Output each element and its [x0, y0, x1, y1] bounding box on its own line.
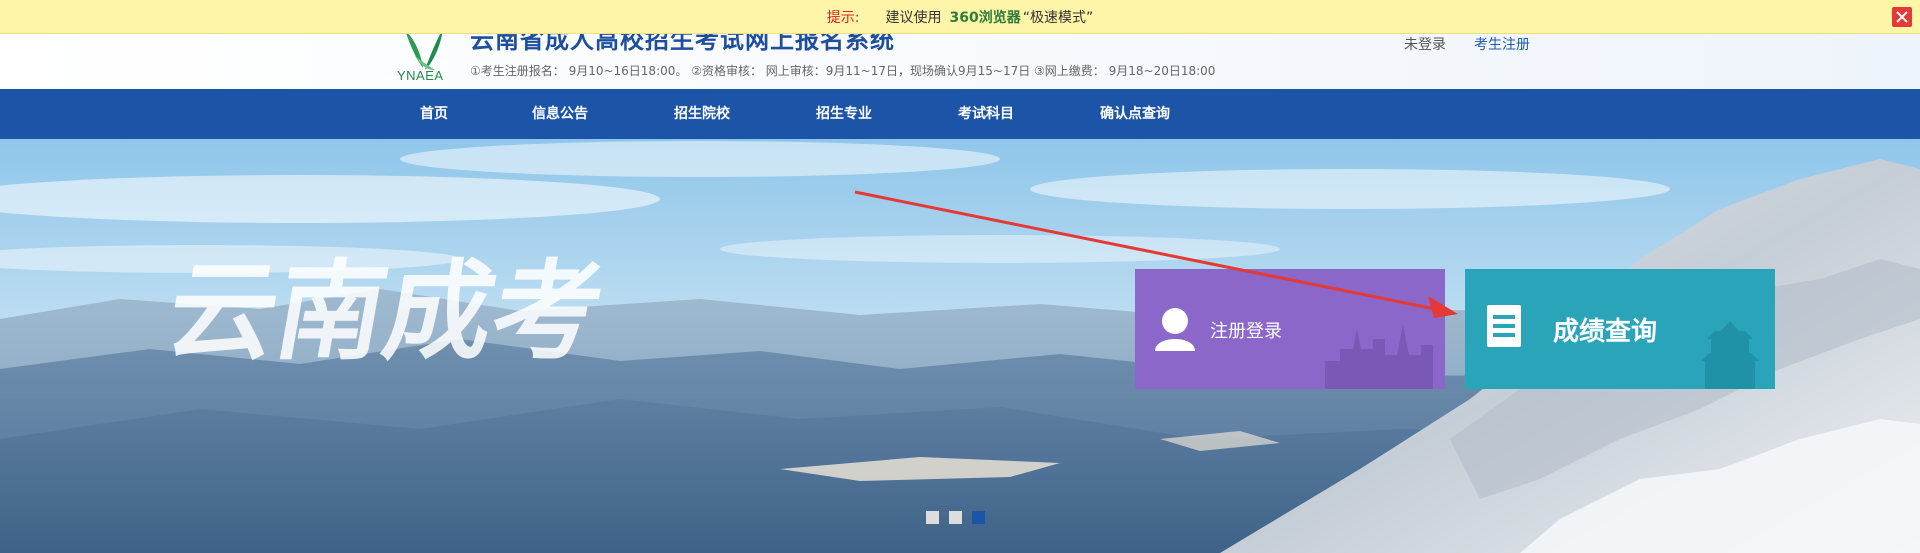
- nav-majors[interactable]: 招生专业: [816, 89, 872, 139]
- schedule-notice: ①考生注册报名： 9月10~16日18:00。 ②资格审核： 网上审核：9月11…: [470, 64, 1216, 78]
- tip-browser-name: 360浏览器: [949, 9, 1021, 26]
- nav-confirm-point-query[interactable]: 确认点查询: [1100, 89, 1170, 139]
- slide-dot-2[interactable]: [949, 511, 962, 524]
- slide-dot-1[interactable]: [926, 511, 939, 524]
- nav-home[interactable]: 首页: [420, 89, 448, 139]
- register-link[interactable]: 考生注册: [1474, 34, 1530, 54]
- score-query-tile[interactable]: 成绩查询: [1465, 269, 1775, 389]
- main-nav: 首页 信息公告 招生院校 招生专业 考试科目 确认点查询: [0, 89, 1920, 139]
- tip-label: 提示:: [826, 9, 860, 26]
- user-icon: [1155, 308, 1433, 389]
- hero-banner: 云南成考 注册登录 成绩查询: [0, 139, 1920, 553]
- close-icon[interactable]: [1892, 7, 1912, 27]
- tip-mode: “极速模式”: [1022, 9, 1094, 26]
- logo-text: YNAEA: [397, 68, 444, 83]
- banner-slogan: 云南成考: [158, 248, 612, 375]
- nav-exam-subjects[interactable]: 考试科目: [958, 89, 1014, 139]
- register-login-label: 注册登录: [1210, 321, 1282, 342]
- score-query-label: 成绩查询: [1553, 317, 1658, 347]
- register-login-tile[interactable]: 注册登录: [1135, 269, 1445, 389]
- browser-tip-bar: 提示: 建议使用 360浏览器 “极速模式”: [0, 0, 1920, 34]
- login-status: 未登录: [1404, 37, 1446, 53]
- nav-colleges[interactable]: 招生院校: [674, 89, 730, 139]
- slide-dot-3[interactable]: [972, 511, 985, 524]
- nav-announcements[interactable]: 信息公告: [532, 89, 588, 139]
- slide-indicators: [926, 511, 985, 524]
- tip-text: 建议使用: [885, 9, 942, 26]
